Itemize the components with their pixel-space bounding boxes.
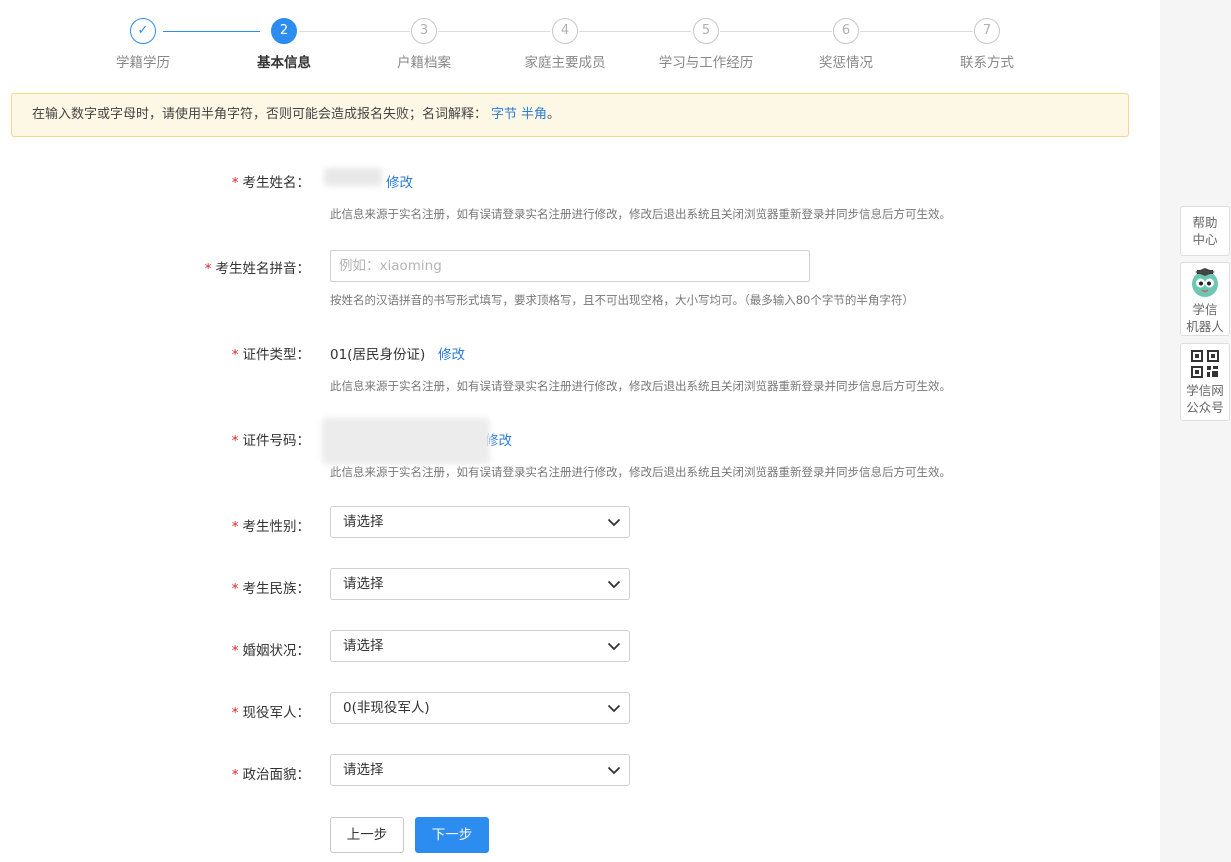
name-value-redacted	[324, 168, 382, 186]
required-mark: *	[231, 347, 239, 363]
step-number: 7	[974, 18, 1000, 44]
gender-label: * 考生性别：	[231, 519, 310, 535]
required-mark: *	[231, 767, 239, 783]
prev-step-button[interactable]: 上一步	[330, 817, 404, 853]
step-6[interactable]: 6 奖惩情况	[766, 18, 926, 71]
step-number: 6	[833, 18, 859, 44]
robot-button[interactable]: 学信 机器人	[1180, 262, 1230, 336]
name-label: * 考生姓名：	[231, 175, 310, 191]
ethnicity-select[interactable]: 请选择	[330, 568, 630, 600]
step-label: 联系方式	[960, 55, 1014, 71]
military-label: * 现役军人：	[231, 705, 310, 721]
halfwidth-notice: 在输入数字或字母时，请使用半角字符，否则可能会造成报名失败；名词解释： 字节 半角。	[11, 93, 1129, 137]
right-sidebar	[1160, 0, 1231, 862]
chevron-down-icon	[607, 518, 621, 527]
step-3[interactable]: 3 户籍档案	[344, 18, 504, 71]
check-icon: ✓	[130, 18, 156, 44]
id-type-value: 01(居民身份证)	[330, 347, 426, 363]
political-select[interactable]: 请选择	[330, 754, 630, 786]
id-number-value-redacted	[322, 418, 490, 464]
wechat-qr-button[interactable]: 学信网 公众号	[1180, 343, 1230, 421]
chevron-down-icon	[607, 704, 621, 713]
required-mark: *	[231, 705, 239, 721]
required-mark: *	[231, 433, 239, 449]
qr-code-icon	[1191, 350, 1219, 378]
required-mark: *	[231, 175, 239, 191]
edit-id-type-link[interactable]: 修改	[438, 343, 465, 363]
step-number: 5	[693, 18, 719, 44]
marital-select[interactable]: 请选择	[330, 630, 630, 662]
political-label: * 政治面貌：	[231, 767, 310, 783]
step-5[interactable]: 5 学习与工作经历	[626, 18, 786, 71]
next-step-button[interactable]: 下一步	[415, 817, 489, 853]
progress-stepper: ✓ 学籍学历 2 基本信息 3 户籍档案 4 家庭主要成员 5 学习与工作经历 …	[0, 18, 1160, 78]
id-number-label: * 证件号码：	[231, 433, 310, 449]
notice-end: 。	[547, 107, 561, 122]
military-select[interactable]: 0(非现役军人)	[330, 692, 630, 724]
step-2[interactable]: 2 基本信息	[204, 18, 364, 71]
notice-text: 在输入数字或字母时，请使用半角字符，否则可能会造成报名失败；名词解释：	[32, 107, 488, 122]
step-label: 基本信息	[257, 55, 311, 71]
main-area: ✓ 学籍学历 2 基本信息 3 户籍档案 4 家庭主要成员 5 学习与工作经历 …	[0, 0, 1160, 862]
required-mark: *	[204, 261, 212, 277]
chevron-down-icon	[607, 642, 621, 651]
step-label: 学习与工作经历	[658, 55, 754, 71]
step-label: 学籍学历	[116, 55, 170, 71]
pinyin-input[interactable]	[330, 250, 810, 282]
chevron-down-icon	[607, 766, 621, 775]
id-type-hint: 此信息来源于实名注册，如有误请登录实名注册进行修改，修改后退出系统且关闭浏览器重…	[330, 379, 951, 393]
robot-avatar-icon	[1192, 268, 1218, 297]
pinyin-label: * 考生姓名拼音：	[204, 261, 310, 277]
pinyin-hint: 按姓名的汉语拼音的书写形式填写，要求顶格写，且不可出现空格，大小写均可。（最多输…	[330, 293, 914, 307]
name-hint: 此信息来源于实名注册，如有误请登录实名注册进行修改，修改后退出系统且关闭浏览器重…	[330, 207, 951, 221]
military-select-value: 0(非现役军人)	[343, 700, 430, 716]
required-mark: *	[231, 519, 239, 535]
edit-name-link[interactable]: 修改	[386, 171, 413, 191]
marital-label: * 婚姻状况：	[231, 643, 310, 659]
byte-link[interactable]: 字节	[491, 107, 517, 122]
gender-select-value: 请选择	[343, 514, 384, 530]
political-select-value: 请选择	[343, 762, 384, 778]
step-label: 家庭主要成员	[524, 55, 606, 71]
id-number-hint: 此信息来源于实名注册，如有误请登录实名注册进行修改，修改后退出系统且关闭浏览器重…	[330, 465, 951, 479]
marital-select-value: 请选择	[343, 638, 384, 654]
id-type-label: * 证件类型：	[231, 347, 310, 363]
help-center-button[interactable]: 帮助 中心	[1180, 206, 1230, 256]
step-1[interactable]: ✓ 学籍学历	[63, 18, 223, 71]
step-number: 3	[411, 18, 437, 44]
step-4[interactable]: 4 家庭主要成员	[485, 18, 645, 71]
required-mark: *	[231, 581, 239, 597]
gender-select[interactable]: 请选择	[330, 506, 630, 538]
ethnicity-label: * 考生民族：	[231, 581, 310, 597]
step-label: 户籍档案	[397, 55, 451, 71]
step-number: 2	[271, 18, 297, 44]
ethnicity-select-value: 请选择	[343, 576, 384, 592]
step-number: 4	[552, 18, 578, 44]
halfwidth-link[interactable]: 半角	[521, 107, 547, 122]
step-label: 奖惩情况	[819, 55, 873, 71]
step-7[interactable]: 7 联系方式	[907, 18, 1067, 71]
required-mark: *	[231, 643, 239, 659]
chevron-down-icon	[607, 580, 621, 589]
